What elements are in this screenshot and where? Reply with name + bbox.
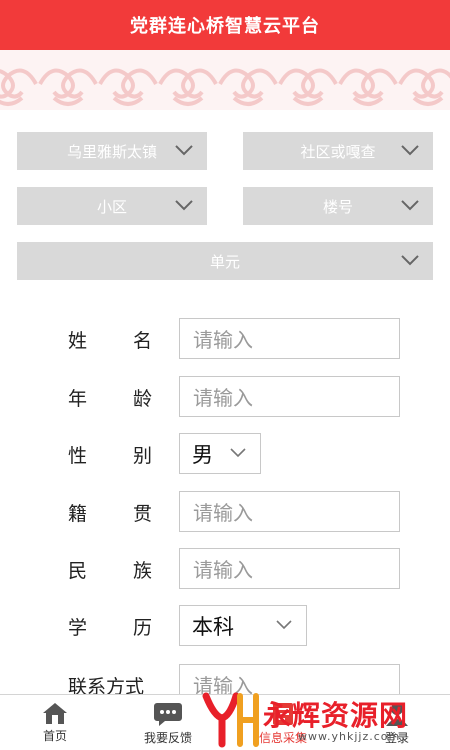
- chevron-down-icon: [175, 145, 193, 156]
- info-collect-icon: [273, 703, 293, 725]
- chevron-down-icon: [401, 200, 419, 211]
- age-input[interactable]: 请输入: [179, 376, 400, 417]
- chevron-down-icon: [401, 145, 419, 156]
- nav-home[interactable]: 首页: [20, 695, 90, 750]
- nav-feedback[interactable]: 我要反馈: [133, 695, 203, 750]
- gender-label: 性别: [68, 445, 152, 467]
- education-value: 本科: [192, 614, 234, 639]
- gender-value: 男: [192, 442, 213, 467]
- name-input[interactable]: 请输入: [179, 318, 400, 359]
- chevron-down-icon: [175, 200, 193, 211]
- chevron-down-icon: [230, 447, 246, 457]
- gender-dropdown[interactable]: 男: [179, 433, 261, 474]
- bottom-nav: 首页 我要反馈 信息采集 登录: [0, 694, 450, 750]
- ethnicity-label: 民族: [68, 560, 152, 582]
- cloud-pattern-icon: [0, 50, 450, 110]
- home-icon: [43, 703, 67, 724]
- origin-input[interactable]: 请输入: [179, 491, 400, 532]
- user-icon: [386, 703, 408, 726]
- unit-select[interactable]: 单元: [17, 242, 433, 280]
- education-label: 学历: [68, 617, 152, 639]
- page-title: 党群连心桥智慧云平台: [130, 16, 320, 37]
- origin-label: 籍贯: [68, 503, 152, 525]
- decorative-cloud-pattern: [0, 50, 450, 110]
- app-header: 党群连心桥智慧云平台: [0, 0, 450, 50]
- town-select[interactable]: 乌里雅斯太镇: [17, 132, 207, 170]
- chevron-down-icon: [276, 619, 292, 629]
- community-select[interactable]: 社区或嘎查: [243, 132, 433, 170]
- ethnicity-input[interactable]: 请输入: [179, 548, 400, 589]
- building-select[interactable]: 楼号: [243, 187, 433, 225]
- chevron-down-icon: [401, 255, 419, 266]
- education-dropdown[interactable]: 本科: [179, 605, 307, 646]
- residence-select[interactable]: 小区: [17, 187, 207, 225]
- age-label: 年龄: [68, 388, 152, 410]
- name-label: 姓名: [68, 330, 152, 352]
- nav-login[interactable]: 登录: [362, 695, 432, 750]
- chat-icon: [154, 703, 182, 726]
- nav-info-collect[interactable]: 信息采集: [248, 695, 318, 750]
- unit-select-value: 单元: [209, 252, 240, 271]
